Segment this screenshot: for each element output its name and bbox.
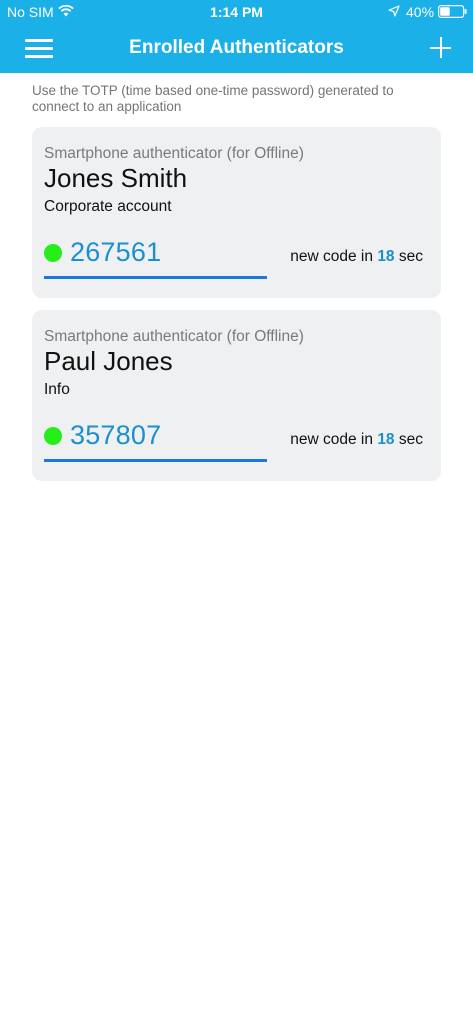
totp-code[interactable]: 267561 xyxy=(70,237,161,268)
authenticator-name: Paul Jones xyxy=(44,346,173,376)
status-bar: No SIM 1:14 PM 40% xyxy=(0,0,473,24)
app-header: No SIM 1:14 PM 40% Enrolled Authenticato… xyxy=(0,0,473,73)
location-arrow-icon xyxy=(388,5,400,17)
add-authenticator-button[interactable] xyxy=(426,35,454,61)
countdown-suffix: sec xyxy=(398,431,423,448)
code-underline xyxy=(44,459,267,462)
authenticator-account: Corporate account xyxy=(44,198,172,215)
page-title: Enrolled Authenticators xyxy=(129,37,344,58)
countdown-suffix: sec xyxy=(398,248,423,265)
intro-text: Use the TOTP (time based one-time passwo… xyxy=(32,83,394,114)
navigation-bar: Enrolled Authenticators xyxy=(0,24,473,73)
totp-code[interactable]: 357807 xyxy=(70,420,161,451)
authenticator-name: Jones Smith xyxy=(44,163,188,193)
code-countdown: new code in 18 sec xyxy=(290,248,423,266)
code-countdown: new code in 18 sec xyxy=(290,431,423,449)
countdown-seconds: 18 xyxy=(377,248,395,265)
clock: 1:14 PM xyxy=(210,4,263,20)
countdown-seconds: 18 xyxy=(377,431,395,448)
code-underline xyxy=(44,276,267,279)
active-status-dot xyxy=(44,427,62,445)
authenticator-type: Smartphone authenticator (for Offline) xyxy=(44,145,304,162)
authenticator-type: Smartphone authenticator (for Offline) xyxy=(44,328,304,345)
battery-percentage: 40% xyxy=(406,4,435,20)
authenticator-card[interactable]: Smartphone authenticator (for Offline) P… xyxy=(32,310,441,481)
authenticator-account: Info xyxy=(44,381,70,398)
countdown-prefix: new code in xyxy=(290,431,373,448)
active-status-dot xyxy=(44,244,62,262)
countdown-prefix: new code in xyxy=(290,248,373,265)
authenticator-card[interactable]: Smartphone authenticator (for Offline) J… xyxy=(32,127,441,298)
battery-icon xyxy=(438,5,467,18)
